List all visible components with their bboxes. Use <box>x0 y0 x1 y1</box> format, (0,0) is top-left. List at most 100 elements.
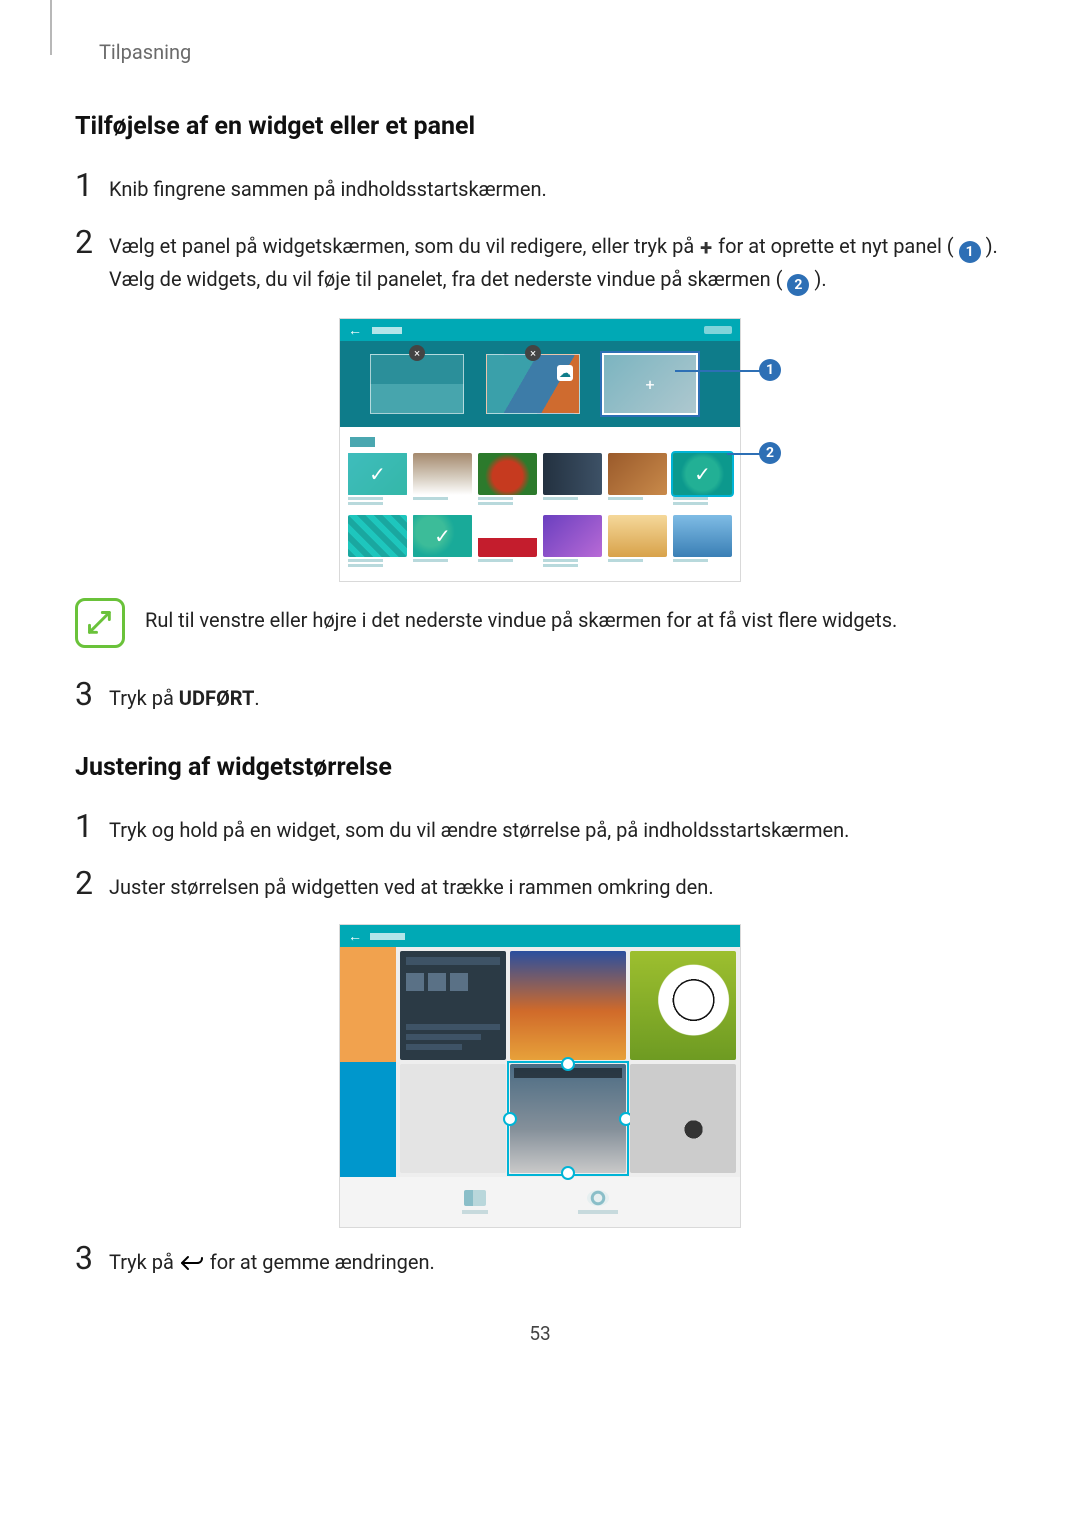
screenshot-resize-widget: ← <box>339 924 741 1228</box>
check-icon: ✓ <box>348 453 407 495</box>
text: . <box>254 686 259 710</box>
bold-text: UDFØRT <box>179 686 255 710</box>
step-body: Tryk på for at gemme ændringen. <box>109 1242 1005 1282</box>
widget-thumb <box>543 515 602 557</box>
figure-widget-panel: ← × × ☁ + ✓ <box>75 318 1005 582</box>
check-icon: ✓ <box>413 515 472 557</box>
step-number: 3 <box>75 1242 109 1274</box>
layout-icon <box>587 1190 609 1206</box>
fig2-body <box>340 947 740 1177</box>
step-2: 2 Juster størrelsen på widgetten ved at … <box>75 867 1005 902</box>
text: Tryk på <box>109 686 179 710</box>
widget-tile <box>510 951 627 1060</box>
step-body: Tryk og hold på en widget, som du vil æn… <box>109 810 1005 845</box>
back-icon <box>179 1250 205 1282</box>
step-number: 2 <box>75 226 109 258</box>
section-title-b: Justering af widgetstørrelse <box>75 753 1005 782</box>
manual-page: Tilpasning Tilføjelse af en widget eller… <box>0 0 1080 1527</box>
widget-caption <box>478 497 537 509</box>
step-3: 3 Tryk på UDFØRT. <box>75 678 1005 713</box>
widget-caption <box>543 559 602 571</box>
panels-row: × × ☁ + <box>340 341 740 427</box>
text: Tryk på <box>109 1250 179 1274</box>
step-number: 3 <box>75 678 109 710</box>
widget-grid-row-2: ✓ <box>348 515 732 571</box>
bottombar-change-layout <box>578 1190 618 1214</box>
widget-thumb <box>478 515 537 557</box>
widgets-label <box>350 437 375 447</box>
widget-caption <box>608 497 667 509</box>
steps-list-a: 1 Knib fingrene sammen på indholdsstarts… <box>75 169 1005 296</box>
step-number: 1 <box>75 810 109 842</box>
step-body: Knib fingrene sammen på indholdsstartskæ… <box>109 169 1005 204</box>
plus-icon: + <box>700 233 712 265</box>
fig1-topbar: ← <box>340 319 740 341</box>
widget-thumb-selected: ✓ <box>673 453 732 495</box>
panel-add: + <box>602 353 698 415</box>
widget-thumb: ✓ <box>413 515 472 557</box>
steps-list-b-cont: 3 Tryk på for at gemme ændringen. <box>75 1242 1005 1282</box>
figure-resize-widget: ← <box>75 924 1005 1228</box>
step-number: 1 <box>75 169 109 201</box>
step-number: 2 <box>75 867 109 899</box>
step-1: 1 Knib fingrene sammen på indholdsstarts… <box>75 169 1005 204</box>
widget-caption <box>413 559 472 571</box>
text: ). <box>809 267 826 291</box>
remove-panel-icon: × <box>525 345 541 361</box>
callout-1-inline: 1 <box>959 241 981 263</box>
title-placeholder <box>372 327 402 334</box>
widget-caption <box>543 497 602 509</box>
step-body: Tryk på UDFØRT. <box>109 678 1005 713</box>
leader-line-1 <box>675 370 763 372</box>
widget-thumb <box>673 515 732 557</box>
steps-list-b: 1 Tryk og hold på en widget, som du vil … <box>75 810 1005 902</box>
step-1: 1 Tryk og hold på en widget, som du vil … <box>75 810 1005 845</box>
widget-caption <box>348 559 407 571</box>
widgets-icon <box>464 1190 486 1206</box>
panel-1: × <box>370 354 464 414</box>
step-3: 3 Tryk på for at gemme ændringen. <box>75 1242 1005 1282</box>
widget-grid-row-1: ✓ ✓ <box>348 453 732 509</box>
panel-2: × ☁ <box>486 354 580 414</box>
widget-thumb <box>608 515 667 557</box>
widget-tile-empty <box>400 1064 506 1173</box>
note-block: Rul til venstre eller højre i det neders… <box>75 604 1005 648</box>
resize-frame <box>507 1061 630 1176</box>
back-arrow-icon: ← <box>348 928 362 945</box>
widget-tile <box>630 1064 736 1173</box>
steps-list-a-cont: 3 Tryk på UDFØRT. <box>75 678 1005 713</box>
text: Vælg et panel på widgetskærmen, som du v… <box>109 234 699 258</box>
widget-thumb <box>608 453 667 495</box>
widget-caption <box>478 559 537 571</box>
label-placeholder <box>578 1210 618 1214</box>
web-icon: ☁ <box>557 365 573 381</box>
widget-thumb <box>413 453 472 495</box>
callout-dot-2: 2 <box>759 442 781 464</box>
widget-caption <box>673 497 732 509</box>
section-title-a: Tilføjelse af en widget eller et panel <box>75 112 1005 141</box>
text: for at gemme ændringen. <box>205 1250 435 1274</box>
step-body: Juster størrelsen på widgetten ved at tr… <box>109 867 1005 902</box>
side-orange <box>340 947 396 1062</box>
bottombar-widgets <box>462 1190 488 1214</box>
widget-thumb <box>543 453 602 495</box>
widget-thumb: ✓ <box>348 453 407 495</box>
widget-tile-selected <box>510 1064 627 1173</box>
widget-caption <box>413 497 472 509</box>
text: for at oprette et nyt panel ( <box>713 234 958 258</box>
widget-tile <box>400 951 506 1060</box>
callout-2-inline: 2 <box>787 274 809 296</box>
note-text: Rul til venstre eller højre i det neders… <box>145 604 897 634</box>
widget-thumb <box>348 515 407 557</box>
widgets-area: ✓ ✓ ✓ <box>340 427 740 581</box>
margin-rule <box>50 0 52 55</box>
screenshot-widget-panel: ← × × ☁ + ✓ <box>339 318 741 582</box>
widget-caption <box>348 497 407 509</box>
widget-grid <box>396 947 740 1177</box>
note-icon <box>75 598 125 648</box>
label-placeholder <box>462 1210 488 1214</box>
widget-caption <box>608 559 667 571</box>
step-2: 2 Vælg et panel på widgetskærmen, som du… <box>75 226 1005 296</box>
running-header: Tilpasning <box>99 40 1005 64</box>
done-placeholder <box>704 326 732 334</box>
